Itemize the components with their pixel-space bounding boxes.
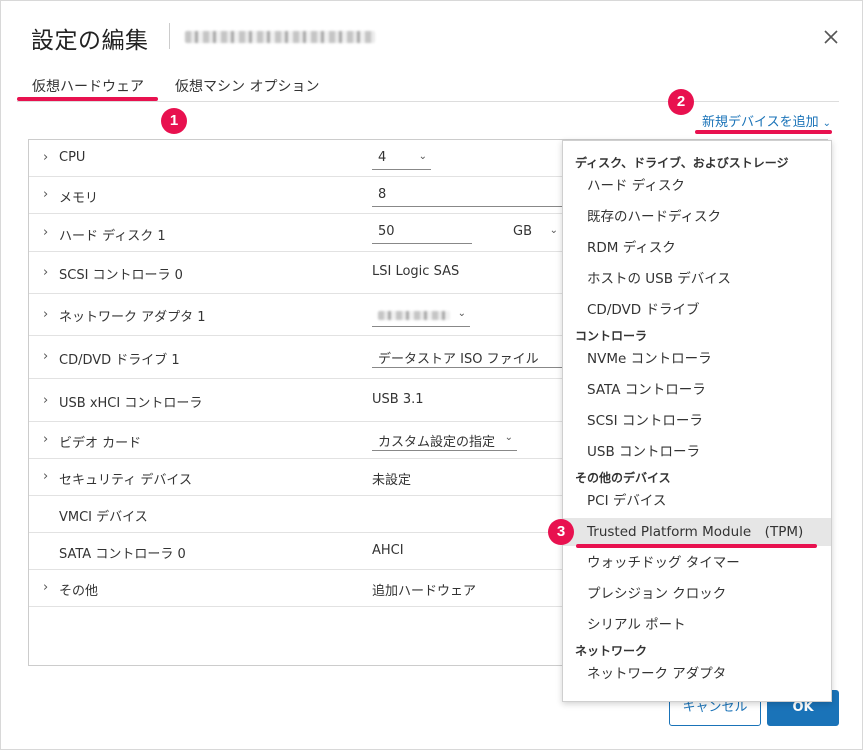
menu-item-tpm[interactable]: Trusted Platform Module (TPM) [563, 518, 831, 546]
menu-item-nvme[interactable]: NVMe コントローラ [563, 345, 831, 373]
chevron-down-icon: ⌄ [504, 432, 513, 443]
usb-value: USB 3.1 [372, 392, 424, 407]
menu-item-rdm-disk[interactable]: RDM ディスク [563, 234, 831, 262]
disk-unit-value: GB [513, 224, 532, 239]
chevron-right-icon[interactable]: › [43, 349, 48, 364]
hw-label-video: ビデオ カード [59, 436, 142, 451]
add-new-device-button[interactable]: 新規デバイスを追加 ⌄ [702, 111, 831, 130]
hw-label-sata: SATA コントローラ 0 [59, 547, 186, 562]
add-device-label: 新規デバイスを追加 [702, 115, 819, 130]
hw-label-network: ネットワーク アダプタ 1 [59, 310, 206, 325]
tpm-highlight-marker [576, 544, 817, 548]
menu-item-scsi[interactable]: SCSI コントローラ [563, 407, 831, 435]
menu-group-other: その他のデバイス [575, 471, 671, 485]
cdrom-media-select[interactable]: データストア ISO ファイル [372, 344, 562, 368]
chevron-right-icon[interactable]: › [43, 469, 48, 484]
hw-label-security: セキュリティ デバイス [59, 473, 192, 488]
step-marker-3: 3 [548, 519, 574, 545]
add-device-menu: ディスク、ドライブ、およびストレージ ハード ディスク 既存のハードディスク R… [562, 140, 832, 702]
menu-item-precision-clock[interactable]: プレシジョン クロック [563, 580, 831, 608]
memory-input[interactable]: 8 [372, 183, 562, 207]
security-value: 未設定 [372, 473, 412, 488]
menu-group-controllers: コントローラ [575, 329, 648, 343]
sata-value: AHCI [372, 543, 404, 558]
hw-label-hard-disk: ハード ディスク 1 [59, 229, 166, 244]
menu-item-cd-dvd[interactable]: CD/DVD ドライブ [563, 296, 831, 324]
step-marker-2: 2 [668, 89, 694, 115]
menu-group-network: ネットワーク [575, 644, 648, 658]
hw-label-cdrom: CD/DVD ドライブ 1 [59, 353, 180, 368]
chevron-right-icon[interactable]: › [43, 225, 48, 240]
menu-item-sata[interactable]: SATA コントローラ [563, 376, 831, 404]
hw-label-cpu: CPU [59, 150, 86, 165]
hw-label-vmci: VMCI デバイス [59, 510, 148, 525]
chevron-right-icon[interactable]: › [43, 265, 48, 280]
dialog-title: 設定の編集 [31, 28, 149, 54]
chevron-right-icon[interactable]: › [43, 393, 48, 408]
cpu-value: 4 [378, 150, 387, 165]
menu-item-network-adapter[interactable]: ネットワーク アダプタ [563, 660, 831, 688]
vm-name-redacted [185, 31, 375, 43]
video-card-select[interactable]: カスタム設定の指定 ⌄ [372, 427, 517, 451]
hw-label-other: その他 [59, 584, 99, 599]
menu-item-existing-disk[interactable]: 既存のハードディスク [563, 203, 831, 231]
close-icon[interactable] [819, 25, 843, 49]
tab-virtual-hardware[interactable]: 仮想ハードウェア [32, 76, 144, 96]
menu-item-host-usb[interactable]: ホストの USB デバイス [563, 265, 831, 293]
chevron-down-icon: ⌄ [418, 151, 427, 162]
other-value: 追加ハードウェア [372, 584, 477, 599]
step-marker-1: 1 [161, 108, 187, 134]
edit-settings-dialog: 設定の編集 仮想ハードウェア 仮想マシン オプション 1 2 新規デバイスを追加… [0, 0, 863, 750]
chevron-down-icon: ⌄ [549, 225, 558, 236]
scsi-value: LSI Logic SAS [372, 264, 460, 279]
cpu-select[interactable]: 4 ⌄ [372, 146, 431, 170]
menu-item-serial-port[interactable]: シリアル ポート [563, 611, 831, 639]
menu-item-pci[interactable]: PCI デバイス [563, 487, 831, 515]
disk-size-value: 50 [378, 224, 395, 239]
network-name-redacted [378, 311, 450, 320]
hw-label-scsi: SCSI コントローラ 0 [59, 268, 183, 283]
menu-item-hard-disk[interactable]: ハード ディスク [563, 172, 831, 200]
add-device-highlight-marker [695, 130, 832, 134]
hw-label-memory: メモリ [59, 191, 99, 206]
disk-unit-select[interactable]: GB ⌄ [507, 220, 562, 244]
tab-highlight-marker [17, 97, 158, 101]
chevron-right-icon[interactable]: › [43, 187, 48, 202]
disk-size-input[interactable]: 50 [372, 220, 472, 244]
menu-item-watchdog[interactable]: ウォッチドッグ タイマー [563, 549, 831, 577]
memory-value: 8 [378, 187, 387, 202]
tab-vm-options[interactable]: 仮想マシン オプション [175, 76, 319, 96]
video-value: カスタム設定の指定 [378, 435, 496, 450]
menu-group-storage: ディスク、ドライブ、およびストレージ [575, 156, 789, 170]
tab-bar: 仮想ハードウェア 仮想マシン オプション [17, 74, 839, 102]
network-select[interactable]: ⌄ [372, 303, 470, 327]
chevron-down-icon: ⌄ [457, 308, 466, 319]
menu-item-usb[interactable]: USB コントローラ [563, 438, 831, 466]
chevron-right-icon[interactable]: › [43, 307, 48, 322]
chevron-right-icon[interactable]: › [43, 432, 48, 447]
title-divider [169, 23, 170, 49]
chevron-down-icon: ⌄ [822, 118, 832, 129]
cdrom-value: データストア ISO ファイル [378, 352, 539, 367]
chevron-right-icon[interactable]: › [43, 150, 48, 165]
hw-label-usb: USB xHCI コントローラ [59, 396, 203, 411]
chevron-right-icon[interactable]: › [43, 580, 48, 595]
